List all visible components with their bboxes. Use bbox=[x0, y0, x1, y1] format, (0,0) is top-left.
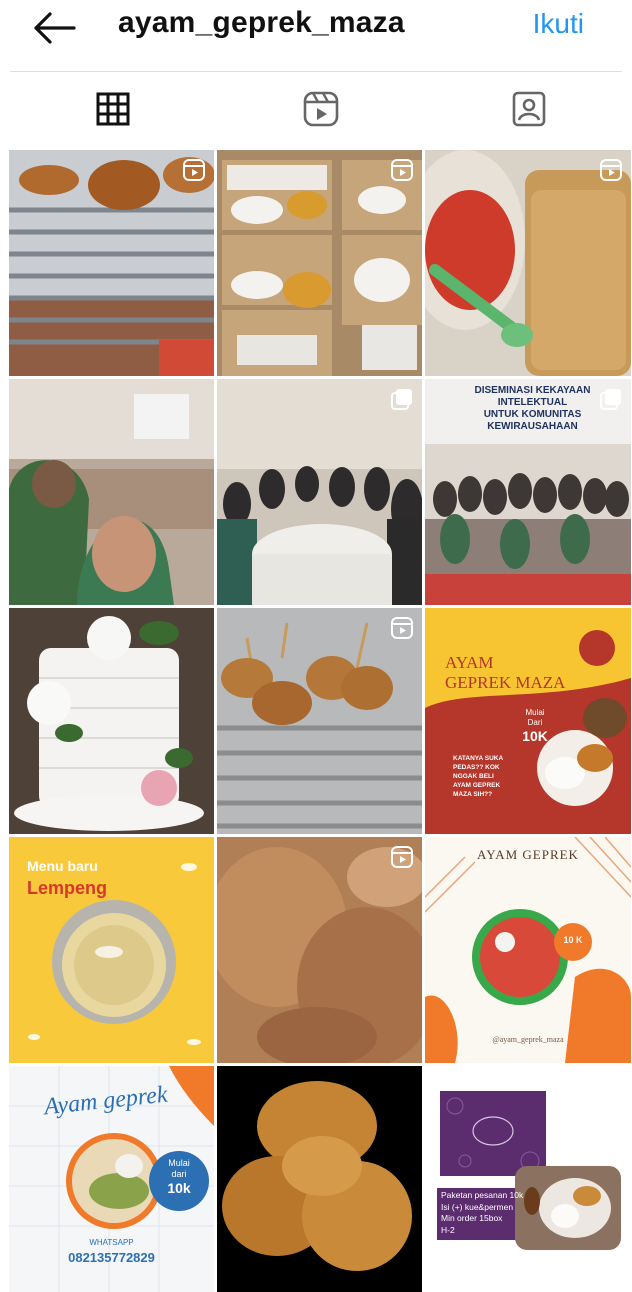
promo-body-line: NGGAK BELI bbox=[453, 773, 494, 780]
post-selfie-hijab[interactable] bbox=[9, 379, 214, 605]
promo-body-line: PEDAS?? KOK bbox=[453, 764, 500, 771]
post-group-table[interactable] bbox=[217, 379, 422, 605]
paketan-line: Paketan pesanan 10k bbox=[441, 1190, 524, 1200]
post-menu-lempeng[interactable]: Menu baru Lempeng bbox=[9, 837, 214, 1063]
geprek-title: AYAM GEPREK bbox=[477, 847, 579, 862]
promo-body-line: MAZA SIH?? bbox=[453, 791, 493, 798]
post-image bbox=[217, 1066, 422, 1292]
promo-body: KATANYA SUKA PEDAS?? KOK NGGAK BELI AYAM… bbox=[453, 754, 503, 799]
whatsapp-number: 082135772829 bbox=[68, 1250, 155, 1265]
post-image bbox=[9, 379, 214, 605]
lempeng-title-line: Menu baru bbox=[27, 858, 98, 874]
lempeng-title-line: Lempeng bbox=[27, 878, 108, 898]
multi-photo-badge-icon bbox=[391, 389, 412, 410]
post-ayam-geprek-10k[interactable]: AYAM GEPREK 10 K @ayam_geprek_maza bbox=[425, 837, 631, 1063]
reels-badge-icon bbox=[183, 159, 205, 181]
reels-icon[interactable] bbox=[296, 84, 346, 134]
promo-title: AYAM GEPREK MAZA bbox=[445, 653, 565, 693]
promo-body-line: KATANYA SUKA bbox=[453, 755, 504, 762]
grid-icon[interactable] bbox=[88, 84, 138, 134]
multi-photo-badge-icon bbox=[600, 389, 621, 410]
promo-body-line: AYAM GEPREK bbox=[453, 782, 501, 789]
price-badge-line: Dari bbox=[527, 718, 543, 727]
post-white-cake[interactable] bbox=[9, 608, 214, 834]
paketan-line: Min order 15box bbox=[441, 1213, 503, 1223]
post-sambal-container[interactable] bbox=[425, 150, 631, 376]
geprek-price-badge: Mulai dari 10k bbox=[159, 1158, 199, 1196]
post-image bbox=[425, 150, 631, 376]
post-image bbox=[425, 1066, 631, 1292]
profile-tabs bbox=[0, 84, 632, 140]
price-badge-line: dari bbox=[171, 1169, 187, 1179]
profile-header: ayam_geprek_maza Ikuti bbox=[0, 0, 632, 62]
geprek-price: 10 K bbox=[563, 935, 583, 945]
reels-badge-icon bbox=[391, 617, 413, 639]
price-badge-line: Mulai bbox=[168, 1158, 190, 1168]
reels-badge-icon bbox=[600, 159, 622, 181]
post-seminar-group[interactable]: DISEMINASI KEKAYAAN INTELEKTUAL UNTUK KO… bbox=[425, 379, 631, 605]
tagged-icon[interactable] bbox=[504, 84, 554, 134]
post-image bbox=[217, 379, 422, 605]
banner-text: DISEMINASI KEKAYAAN INTELEKTUAL UNTUK KO… bbox=[445, 385, 620, 433]
post-image bbox=[9, 608, 214, 834]
post-ayam-geprek-whatsapp[interactable]: Ayam geprek Mulai dari 10k WHATSAPP 0821… bbox=[9, 1066, 214, 1292]
paketan-text: Paketan pesanan 10k Isi (+) kue&permen M… bbox=[441, 1190, 559, 1236]
banner-line: UNTUK KOMUNITAS KEWIRAUSAHAAN bbox=[483, 409, 582, 432]
post-fried-chicken-rack[interactable] bbox=[9, 150, 214, 376]
header-divider bbox=[10, 71, 622, 72]
follow-button[interactable]: Ikuti bbox=[533, 8, 584, 40]
promo-title-line: AYAM bbox=[445, 653, 494, 672]
geprek-handle: @ayam_geprek_maza bbox=[492, 1035, 564, 1044]
price-badge-value: 10k bbox=[167, 1180, 191, 1196]
post-crispy-chicken-closeup[interactable] bbox=[217, 837, 422, 1063]
post-image bbox=[217, 150, 422, 376]
whatsapp-label: WHATSAPP bbox=[89, 1238, 134, 1247]
lempeng-title: Menu baru Lempeng bbox=[27, 855, 107, 899]
price-badge-line: Mulai bbox=[525, 708, 545, 717]
post-fried-chicken-black[interactable] bbox=[217, 1066, 422, 1292]
post-image bbox=[217, 837, 422, 1063]
post-image bbox=[217, 608, 422, 834]
post-image bbox=[9, 150, 214, 376]
price-badge-value: 10K bbox=[522, 728, 548, 744]
paketan-line: Isi (+) kue&permen bbox=[441, 1201, 514, 1212]
post-rice-boxes[interactable] bbox=[217, 150, 422, 376]
posts-grid: DISEMINASI KEKAYAAN INTELEKTUAL UNTUK KO… bbox=[9, 150, 631, 1292]
reels-badge-icon bbox=[391, 846, 413, 868]
profile-username: ayam_geprek_maza bbox=[118, 6, 405, 39]
promo-title-line: GEPREK MAZA bbox=[445, 673, 566, 692]
reels-badge-icon bbox=[391, 159, 413, 181]
post-promo-ayam-geprek-maza[interactable]: AYAM GEPREK MAZA Mulai Dari 10K KATANYA … bbox=[425, 608, 631, 834]
paketan-line: H-2 bbox=[441, 1224, 455, 1235]
post-skewered-chicken[interactable] bbox=[217, 608, 422, 834]
back-arrow-icon[interactable] bbox=[22, 6, 78, 50]
promo-price-badge: Mulai Dari 10K bbox=[513, 708, 557, 744]
banner-line: DISEMINASI KEKAYAAN INTELEKTUAL bbox=[474, 385, 591, 408]
post-paketan-pesanan[interactable]: Paketan pesanan 10k Isi (+) kue&permen M… bbox=[425, 1066, 631, 1292]
post-image bbox=[425, 837, 631, 1063]
